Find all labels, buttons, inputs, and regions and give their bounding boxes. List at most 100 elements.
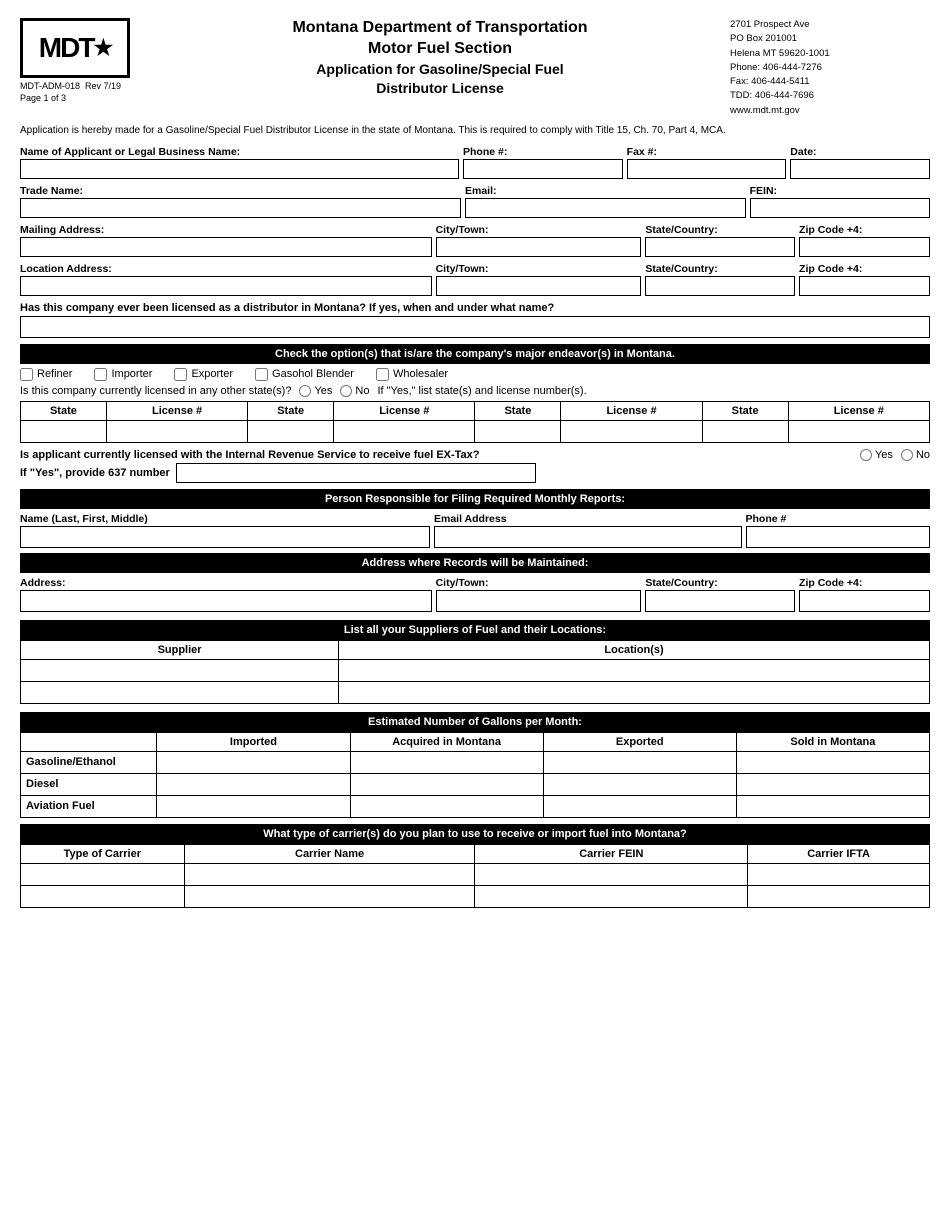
provide-637-label: If "Yes", provide 637 number [20,467,170,479]
carrier-fein-2[interactable] [475,885,748,907]
importer-label: Importer [111,368,152,380]
gallons-th-exported: Exported [543,732,736,751]
wholesaler-checkbox[interactable] [376,368,389,381]
other-states-yes[interactable]: Yes [299,385,332,397]
records-zip-label: Zip Code +4: [799,577,930,589]
mailing-address-input[interactable] [20,237,432,257]
irs-yes-item[interactable]: Yes [860,449,893,461]
gallons-gasoline-exported[interactable] [543,751,736,773]
location-state-input[interactable] [645,276,795,296]
importer-checkbox-item[interactable]: Importer [94,368,152,381]
monthly-email-input[interactable] [434,526,742,548]
provide-637-input[interactable] [176,463,536,483]
gallons-row-aviation: Aviation Fuel [21,795,930,817]
carrier-ifta-1[interactable] [748,863,930,885]
fax-input[interactable] [627,159,787,179]
refiner-checkbox-item[interactable]: Refiner [20,368,72,381]
records-address-input[interactable] [20,590,432,612]
mailing-zip-input[interactable] [799,237,930,257]
gallons-aviation-exported[interactable] [543,795,736,817]
gallons-diesel-acquired[interactable] [350,773,543,795]
gallons-diesel-exported[interactable] [543,773,736,795]
date-input[interactable] [790,159,930,179]
license-num2-cell[interactable] [334,420,475,442]
exporter-checkbox[interactable] [174,368,187,381]
carrier-table: Type of Carrier Carrier Name Carrier FEI… [20,844,930,908]
irs-no-item[interactable]: No [901,449,930,461]
location-address-input[interactable] [20,276,432,296]
supplier-name-1[interactable] [21,659,339,681]
carrier-th-type: Type of Carrier [21,844,185,863]
license-state2-cell[interactable] [248,420,334,442]
carrier-type-1[interactable] [21,863,185,885]
gallons-gasoline-imported[interactable] [157,751,350,773]
other-states-no-radio[interactable] [340,385,352,397]
email-input[interactable] [465,198,746,218]
irs-yes-label: Yes [875,449,893,461]
gallons-aviation-sold[interactable] [736,795,929,817]
location-city-input[interactable] [436,276,642,296]
refiner-checkbox[interactable] [20,368,33,381]
carrier-ifta-2[interactable] [748,885,930,907]
license-state3-cell[interactable] [475,420,561,442]
gallons-gasoline-sold[interactable] [736,751,929,773]
other-states-no[interactable]: No [340,385,369,397]
licensed-question: Has this company ever been licensed as a… [20,302,930,314]
suppliers-row-2 [21,681,930,703]
license-state1-cell[interactable] [21,420,107,442]
records-city-input[interactable] [436,590,642,612]
applicant-section: Name of Applicant or Legal Business Name… [20,146,930,179]
applicant-name-input[interactable] [20,159,459,179]
mailing-city-input[interactable] [436,237,642,257]
monthly-phone-input[interactable] [746,526,931,548]
exporter-checkbox-item[interactable]: Exporter [174,368,233,381]
suppliers-bar: List all your Suppliers of Fuel and thei… [20,620,930,640]
carrier-name-1[interactable] [184,863,475,885]
license-num3-cell[interactable] [561,420,702,442]
irs-no-radio[interactable] [901,449,913,461]
importer-checkbox[interactable] [94,368,107,381]
date-label: Date: [790,146,930,158]
wholesaler-checkbox-item[interactable]: Wholesaler [376,368,448,381]
license-state4-cell[interactable] [702,420,788,442]
license-num4-cell[interactable] [788,420,929,442]
irs-yes-radio[interactable] [860,449,872,461]
gallons-gasoline-acquired[interactable] [350,751,543,773]
gasohol-checkbox[interactable] [255,368,268,381]
carrier-th-name: Carrier Name [184,844,475,863]
gallons-diesel-imported[interactable] [157,773,350,795]
monthly-name-input[interactable] [20,526,430,548]
records-zip-input[interactable] [799,590,930,612]
location-zip-input[interactable] [799,276,930,296]
carrier-type-2[interactable] [21,885,185,907]
supplier-location-2[interactable] [339,681,930,703]
gasohol-checkbox-item[interactable]: Gasohol Blender [255,368,354,381]
other-states-yes-radio[interactable] [299,385,311,397]
gallons-aviation-imported[interactable] [157,795,350,817]
license-th-num3: License # [561,401,702,420]
license-th-state1: State [21,401,107,420]
fein-input[interactable] [750,198,930,218]
suppliers-th-supplier: Supplier [21,640,339,659]
supplier-name-2[interactable] [21,681,339,703]
license-num1-cell[interactable] [106,420,247,442]
carrier-fein-1[interactable] [475,863,748,885]
form-title: Montana Department of Transportation Mot… [150,18,730,99]
licensed-answer-input[interactable] [20,316,930,338]
mailing-state-input[interactable] [645,237,795,257]
monthly-email-label: Email Address [434,513,742,525]
supplier-location-1[interactable] [339,659,930,681]
applicant-name-label: Name of Applicant or Legal Business Name… [20,146,459,158]
gallons-diesel-sold[interactable] [736,773,929,795]
endeavors-bar: Check the option(s) that is/are the comp… [20,344,930,364]
mailing-section: Mailing Address: City/Town: State/Countr… [20,224,930,257]
mailing-city-label: City/Town: [436,224,642,236]
license-th-num2: License # [334,401,475,420]
monthly-reports-bar: Person Responsible for Filing Required M… [20,489,930,509]
records-city-label: City/Town: [436,577,642,589]
records-state-input[interactable] [645,590,795,612]
gallons-aviation-acquired[interactable] [350,795,543,817]
trade-name-input[interactable] [20,198,461,218]
carrier-name-2[interactable] [184,885,475,907]
phone-input[interactable] [463,159,623,179]
